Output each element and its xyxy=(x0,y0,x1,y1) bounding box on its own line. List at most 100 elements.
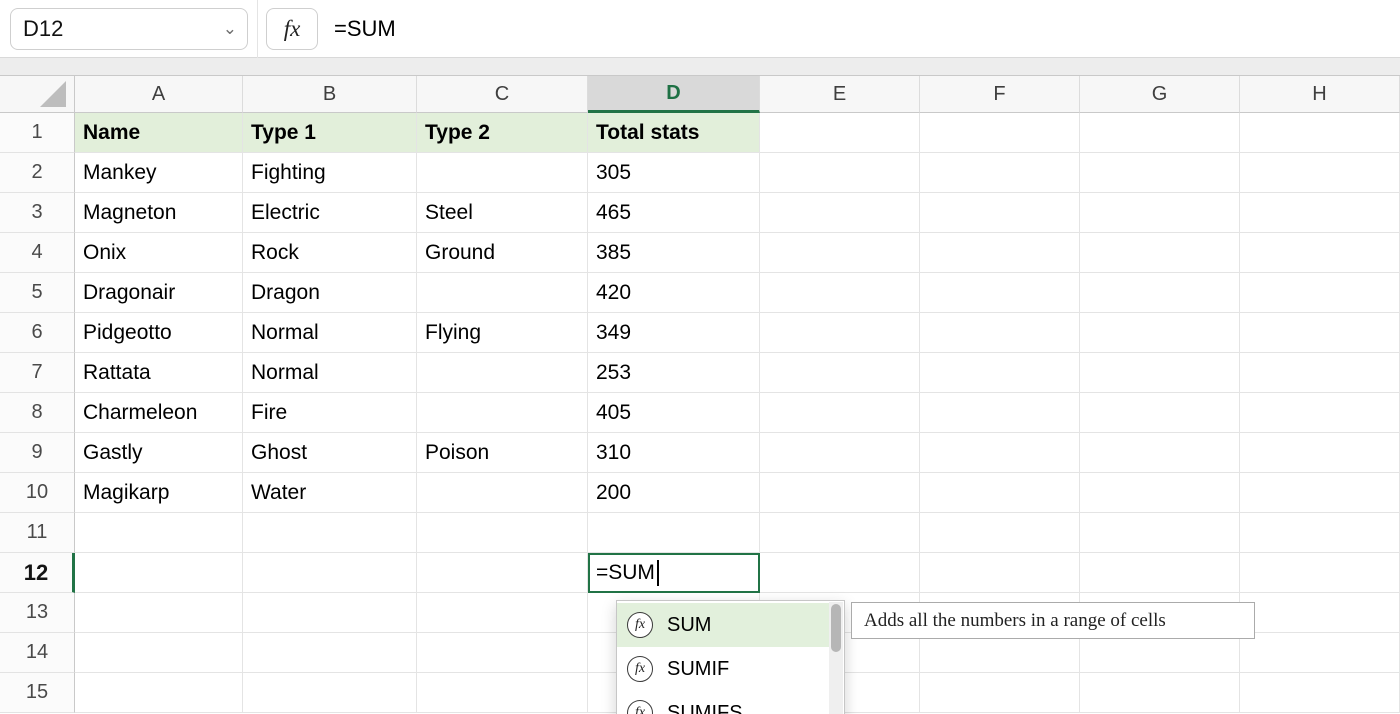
cell-F3[interactable] xyxy=(920,193,1080,233)
cell-D9[interactable]: 310 xyxy=(588,433,760,473)
cell-H8[interactable] xyxy=(1240,393,1400,433)
cell-D11[interactable] xyxy=(588,513,760,553)
cell-E9[interactable] xyxy=(760,433,920,473)
cell-C8[interactable] xyxy=(417,393,588,433)
cell-G3[interactable] xyxy=(1080,193,1240,233)
row-header-9[interactable]: 9 xyxy=(0,433,75,473)
cell-A2[interactable]: Mankey xyxy=(75,153,243,193)
cell-G11[interactable] xyxy=(1080,513,1240,553)
cell-F5[interactable] xyxy=(920,273,1080,313)
cell-H14[interactable] xyxy=(1240,633,1400,673)
cell-B4[interactable]: Rock xyxy=(243,233,417,273)
cell-H5[interactable] xyxy=(1240,273,1400,313)
cell-H10[interactable] xyxy=(1240,473,1400,513)
cell-E5[interactable] xyxy=(760,273,920,313)
cell-F14[interactable] xyxy=(920,633,1080,673)
cell-B7[interactable]: Normal xyxy=(243,353,417,393)
column-header-a[interactable]: A xyxy=(75,76,243,113)
cell-C2[interactable] xyxy=(417,153,588,193)
cell-F1[interactable] xyxy=(920,113,1080,153)
autocomplete-item-sum[interactable]: fx SUM xyxy=(617,603,829,647)
cell-D3[interactable]: 465 xyxy=(588,193,760,233)
cell-B3[interactable]: Electric xyxy=(243,193,417,233)
cell-B1[interactable]: Type 1 xyxy=(243,113,417,153)
cell-D8[interactable]: 405 xyxy=(588,393,760,433)
cell-F10[interactable] xyxy=(920,473,1080,513)
cell-H15[interactable] xyxy=(1240,673,1400,713)
row-header-6[interactable]: 6 xyxy=(0,313,75,353)
cell-A6[interactable]: Pidgeotto xyxy=(75,313,243,353)
cell-H7[interactable] xyxy=(1240,353,1400,393)
cell-A5[interactable]: Dragonair xyxy=(75,273,243,313)
cell-E10[interactable] xyxy=(760,473,920,513)
cell-D6[interactable]: 349 xyxy=(588,313,760,353)
cell-H2[interactable] xyxy=(1240,153,1400,193)
cell-A11[interactable] xyxy=(75,513,243,553)
cell-C7[interactable] xyxy=(417,353,588,393)
row-header-2[interactable]: 2 xyxy=(0,153,75,193)
cell-A4[interactable]: Onix xyxy=(75,233,243,273)
cell-H4[interactable] xyxy=(1240,233,1400,273)
cell-C4[interactable]: Ground xyxy=(417,233,588,273)
cell-B12[interactable] xyxy=(243,553,417,593)
cell-B10[interactable]: Water xyxy=(243,473,417,513)
column-header-c[interactable]: C xyxy=(417,76,588,113)
cell-C15[interactable] xyxy=(417,673,588,713)
column-header-f[interactable]: F xyxy=(920,76,1080,113)
cell-D10[interactable]: 200 xyxy=(588,473,760,513)
insert-function-button[interactable]: fx xyxy=(266,8,318,50)
column-header-g[interactable]: G xyxy=(1080,76,1240,113)
cell-H3[interactable] xyxy=(1240,193,1400,233)
cell-G5[interactable] xyxy=(1080,273,1240,313)
cell-E3[interactable] xyxy=(760,193,920,233)
row-header-3[interactable]: 3 xyxy=(0,193,75,233)
row-header-5[interactable]: 5 xyxy=(0,273,75,313)
cell-B6[interactable]: Normal xyxy=(243,313,417,353)
formula-input[interactable]: =SUM xyxy=(318,0,1400,58)
cell-C3[interactable]: Steel xyxy=(417,193,588,233)
cell-G7[interactable] xyxy=(1080,353,1240,393)
cell-C10[interactable] xyxy=(417,473,588,513)
cell-B11[interactable] xyxy=(243,513,417,553)
cell-F8[interactable] xyxy=(920,393,1080,433)
row-header-1[interactable]: 1 xyxy=(0,113,75,153)
cell-F2[interactable] xyxy=(920,153,1080,193)
row-header-14[interactable]: 14 xyxy=(0,633,75,673)
cell-F4[interactable] xyxy=(920,233,1080,273)
cell-C6[interactable]: Flying xyxy=(417,313,588,353)
cell-B8[interactable]: Fire xyxy=(243,393,417,433)
cell-A12[interactable] xyxy=(75,553,243,593)
cell-F6[interactable] xyxy=(920,313,1080,353)
cell-B5[interactable]: Dragon xyxy=(243,273,417,313)
cell-B14[interactable] xyxy=(243,633,417,673)
cell-G12[interactable] xyxy=(1080,553,1240,593)
cell-D2[interactable]: 305 xyxy=(588,153,760,193)
cell-D12[interactable]: =SUM xyxy=(588,553,760,593)
cell-E11[interactable] xyxy=(760,513,920,553)
cell-C11[interactable] xyxy=(417,513,588,553)
cell-H12[interactable] xyxy=(1240,553,1400,593)
cell-A15[interactable] xyxy=(75,673,243,713)
cell-H9[interactable] xyxy=(1240,433,1400,473)
name-box[interactable]: D12 ⌄ xyxy=(10,8,248,50)
cell-B2[interactable]: Fighting xyxy=(243,153,417,193)
cell-A10[interactable]: Magikarp xyxy=(75,473,243,513)
cell-G14[interactable] xyxy=(1080,633,1240,673)
cell-D5[interactable]: 420 xyxy=(588,273,760,313)
cell-E8[interactable] xyxy=(760,393,920,433)
cell-D4[interactable]: 385 xyxy=(588,233,760,273)
cell-F7[interactable] xyxy=(920,353,1080,393)
row-header-7[interactable]: 7 xyxy=(0,353,75,393)
row-header-11[interactable]: 11 xyxy=(0,513,75,553)
autocomplete-item-sumifs[interactable]: fx SUMIFS xyxy=(617,691,829,714)
cell-H1[interactable] xyxy=(1240,113,1400,153)
cell-C14[interactable] xyxy=(417,633,588,673)
cell-E2[interactable] xyxy=(760,153,920,193)
cell-E7[interactable] xyxy=(760,353,920,393)
cell-A13[interactable] xyxy=(75,593,243,633)
cell-A8[interactable]: Charmeleon xyxy=(75,393,243,433)
cell-E12[interactable] xyxy=(760,553,920,593)
cell-D7[interactable]: 253 xyxy=(588,353,760,393)
row-header-8[interactable]: 8 xyxy=(0,393,75,433)
cell-E6[interactable] xyxy=(760,313,920,353)
